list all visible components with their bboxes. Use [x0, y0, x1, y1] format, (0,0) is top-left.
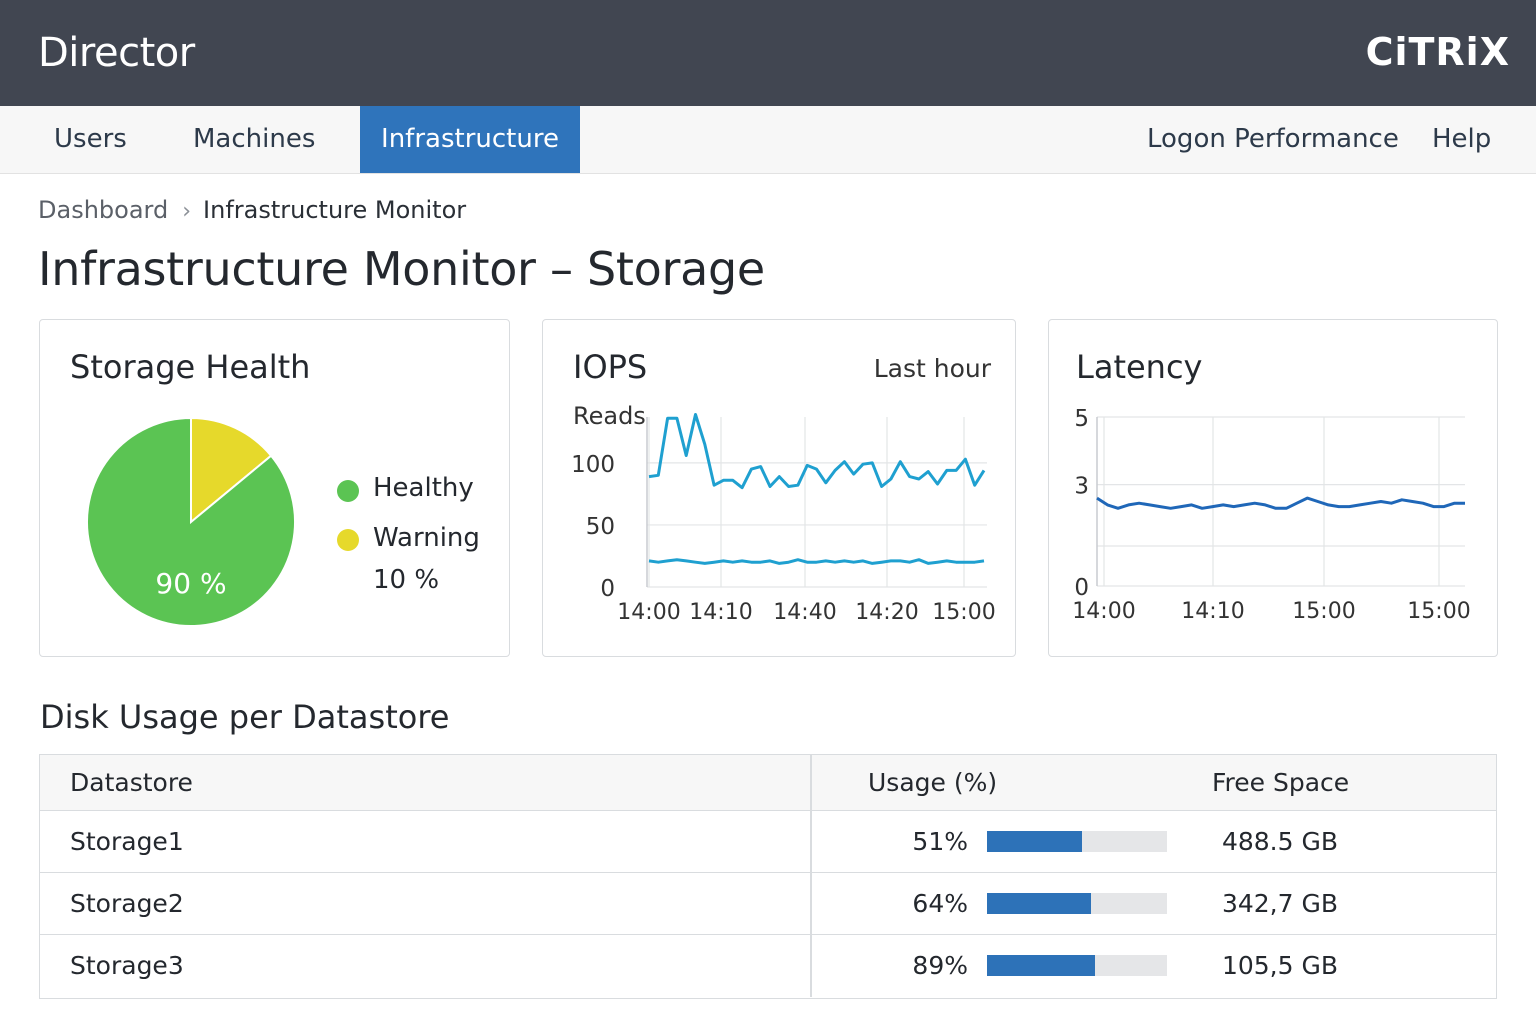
latency-y-tick-label: 0: [1074, 575, 1089, 601]
storage-health-card: Storage Health 90 % Healthy Warning 10 %: [39, 319, 510, 657]
iops-series-line[interactable]: [648, 558, 985, 565]
usage-bar: [987, 831, 1167, 852]
breadcrumb-dashboard[interactable]: Dashboard: [38, 196, 168, 224]
chevron-right-icon: ›: [182, 199, 192, 224]
app-title: Director: [38, 30, 195, 76]
nav-logon-performance[interactable]: Logon Performance: [1147, 106, 1399, 173]
usage-percent: 64%: [912, 889, 968, 918]
iops-y-tick-label: 0: [600, 576, 615, 602]
page-title: Infrastructure Monitor – Storage: [38, 242, 765, 296]
column-header-free-space[interactable]: Free Space: [1212, 755, 1349, 811]
disk-usage-table: Datastore Usage (%) Free Space Storage1 …: [39, 754, 1497, 999]
free-space: 488.5 GB: [1221, 827, 1338, 856]
warning-legend-dot: [337, 529, 359, 551]
latency-y-tick-label: 5: [1074, 406, 1089, 432]
latency-x-tick-label: 14:10: [1181, 599, 1244, 624]
top-header-bar: Director CiTRiX: [0, 0, 1536, 106]
latency-x-tick-label: 15:00: [1407, 599, 1470, 624]
usage-bar: [987, 955, 1167, 976]
datastore-name: Storage2: [70, 889, 184, 918]
datastore-name: Storage1: [70, 827, 184, 856]
warning-value: 10 %: [373, 565, 440, 595]
disk-usage-title: Disk Usage per Datastore: [40, 698, 450, 736]
latency-y-tick-label: 3: [1074, 474, 1089, 500]
legend-warning-label: Warning: [373, 523, 480, 553]
iops-series-line[interactable]: [648, 413, 986, 490]
nav-tab-users[interactable]: Users: [54, 106, 127, 173]
latency-x-tick-label: 14:00: [1072, 599, 1135, 624]
usage-bar: [987, 893, 1167, 914]
table-row[interactable]: Storage3 89% 105,5 GB: [40, 935, 1496, 997]
iops-x-tick-label: 14:40: [773, 600, 836, 625]
latency-card: Latency 0 3 5 14:00 14:10 15:00 15:00: [1048, 319, 1498, 657]
table-row[interactable]: Storage1 51% 488.5 GB: [40, 811, 1496, 873]
nav-tab-machines[interactable]: Machines: [193, 106, 315, 173]
iops-x-tick-label: 14:10: [689, 600, 752, 625]
column-divider: [810, 873, 812, 934]
nav-tab-infrastructure[interactable]: Infrastructure: [360, 106, 580, 173]
usage-bar-fill: [987, 955, 1095, 976]
iops-x-tick-label: 14:20: [855, 600, 918, 625]
usage-bar-fill: [987, 893, 1092, 914]
column-divider: [810, 755, 812, 810]
iops-card: IOPS Last hour Reads 0 50 100 14:00 14:10 14:…: [542, 319, 1016, 657]
usage-percent: 89%: [912, 951, 968, 980]
latency-series-line[interactable]: [1096, 496, 1465, 510]
column-header-usage[interactable]: Usage (%): [868, 755, 997, 811]
healthy-legend-dot: [337, 480, 359, 502]
nav-help[interactable]: Help: [1432, 106, 1491, 173]
column-divider: [810, 811, 812, 872]
citrix-logo[interactable]: CiTRiX: [1366, 30, 1510, 74]
healthy-percent-label: 90 %: [155, 567, 226, 600]
free-space: 105,5 GB: [1221, 951, 1338, 980]
latency-x-tick-label: 15:00: [1292, 599, 1355, 624]
table-row[interactable]: Storage2 64% 342,7 GB: [40, 873, 1496, 935]
table-header: Datastore Usage (%) Free Space: [40, 755, 1496, 811]
column-divider: [810, 935, 812, 997]
iops-x-tick-label: 14:00: [617, 600, 680, 625]
breadcrumb: Dashboard › Infrastructure Monitor: [38, 194, 466, 226]
free-space: 342,7 GB: [1221, 889, 1338, 918]
iops-x-tick-label: 15:00: [932, 600, 995, 625]
iops-y-tick-label: 50: [586, 514, 615, 540]
usage-bar-fill: [987, 831, 1083, 852]
iops-chart: 0 50 100 14:00 14:10 14:40 14:20 15:00: [571, 413, 996, 625]
usage-percent: 51%: [912, 827, 968, 856]
latency-chart: 0 3 5 14:00 14:10 15:00 15:00: [1072, 406, 1470, 624]
main-nav: Users Machines Infrastructure Logon Perf…: [0, 106, 1536, 174]
datastore-name: Storage3: [70, 951, 184, 980]
iops-y-tick-label: 100: [571, 452, 615, 478]
legend-healthy-label: Healthy: [373, 473, 474, 503]
column-header-datastore[interactable]: Datastore: [70, 755, 193, 811]
breadcrumb-current: Infrastructure Monitor: [203, 196, 467, 224]
